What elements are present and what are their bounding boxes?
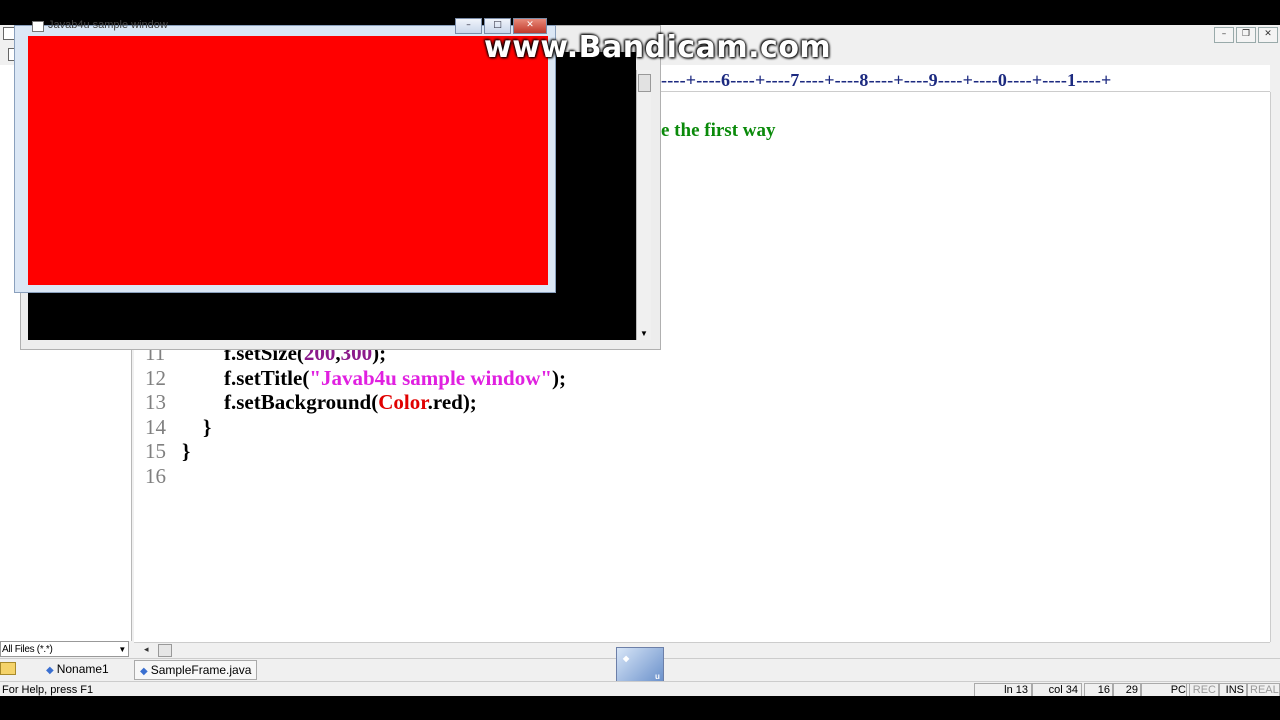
red-canvas [28,36,548,285]
line-number: 15 [145,439,166,463]
scroll-thumb[interactable] [158,644,172,657]
editor-horizontal-scrollbar[interactable]: ◂ [134,642,1270,657]
code-token: .red); [427,390,477,414]
line-number: 16 [145,464,166,488]
letterbox-bottom [0,696,1280,720]
code-token: f.setTitle( [182,366,310,390]
scroll-left-arrow-icon[interactable]: ◂ [144,644,149,655]
comment-fragment: e the first way [661,120,776,141]
code-line[interactable]: } [182,415,211,440]
file-diamond-icon: ◆ [140,666,148,677]
status-ins: INS [1218,683,1248,697]
file-filter-select[interactable]: All Files (*.*) ▼ [0,641,129,657]
file-diamond-icon: ◆ [46,665,54,676]
line-number: 13 [145,390,166,414]
logo-u-icon: u [655,672,660,681]
code-line[interactable]: } [182,439,190,464]
logo-cube-icon: ◆ [623,654,630,663]
editor-vertical-scrollbar[interactable] [1270,92,1280,642]
bandicam-watermark: www.Bandicam.com [484,30,832,65]
code-token: ); [552,366,567,390]
code-token: "Javab4u sample window" [309,366,553,390]
status-mode: PC [1140,683,1190,697]
status-value-b: 29 [1112,683,1142,697]
tab-label: SampleFrame.java [150,663,252,677]
code-token: f.setBackground( [182,390,379,414]
sample-window-title: Javab4u sample window [48,19,168,31]
sample-minimize-button[interactable]: – [455,18,482,34]
line-number: 14 [145,415,166,439]
status-rec: REC [1186,683,1220,697]
status-read: REAL [1246,683,1280,697]
tab-noname1[interactable]: ◆ Noname1 [46,660,109,678]
ruler-text: ----+----6----+----7----+----8----+----9… [661,70,1112,90]
tab-sampleframe[interactable]: ◆ SampleFrame.java [134,660,258,680]
java-window-icon [32,21,44,32]
file-filter-value: All Files (*.*) [2,644,53,655]
code-line[interactable]: f.setBackground(Color.red); [182,390,477,415]
mdi-restore-button[interactable]: ❐ [1236,27,1256,43]
status-help-text: For Help, press F1 [2,684,94,696]
tab-label: Noname1 [56,662,109,676]
code-token: } [182,439,191,463]
status-column: col 34 [1032,683,1082,697]
code-token: } [182,415,212,439]
java-window-scrollbar[interactable]: ▼ [636,70,651,340]
scroll-thumb[interactable] [638,74,651,92]
scroll-down-arrow-icon[interactable]: ▼ [640,329,648,338]
mdi-close-button[interactable]: ✕ [1258,27,1278,43]
code-line[interactable]: f.setTitle("Javab4u sample window"); [182,366,566,391]
mdi-window-controls: – ❐ ✕ [1214,27,1278,43]
line-number: 12 [145,366,166,390]
chevron-down-icon: ▼ [118,645,126,654]
mdi-minimize-button[interactable]: – [1214,27,1234,43]
status-line: ln 13 [974,683,1032,697]
status-value-a: 16 [1084,683,1114,697]
code-token: Color [378,390,428,414]
letterbox-top [0,0,1280,25]
folder-icon[interactable] [0,662,16,675]
